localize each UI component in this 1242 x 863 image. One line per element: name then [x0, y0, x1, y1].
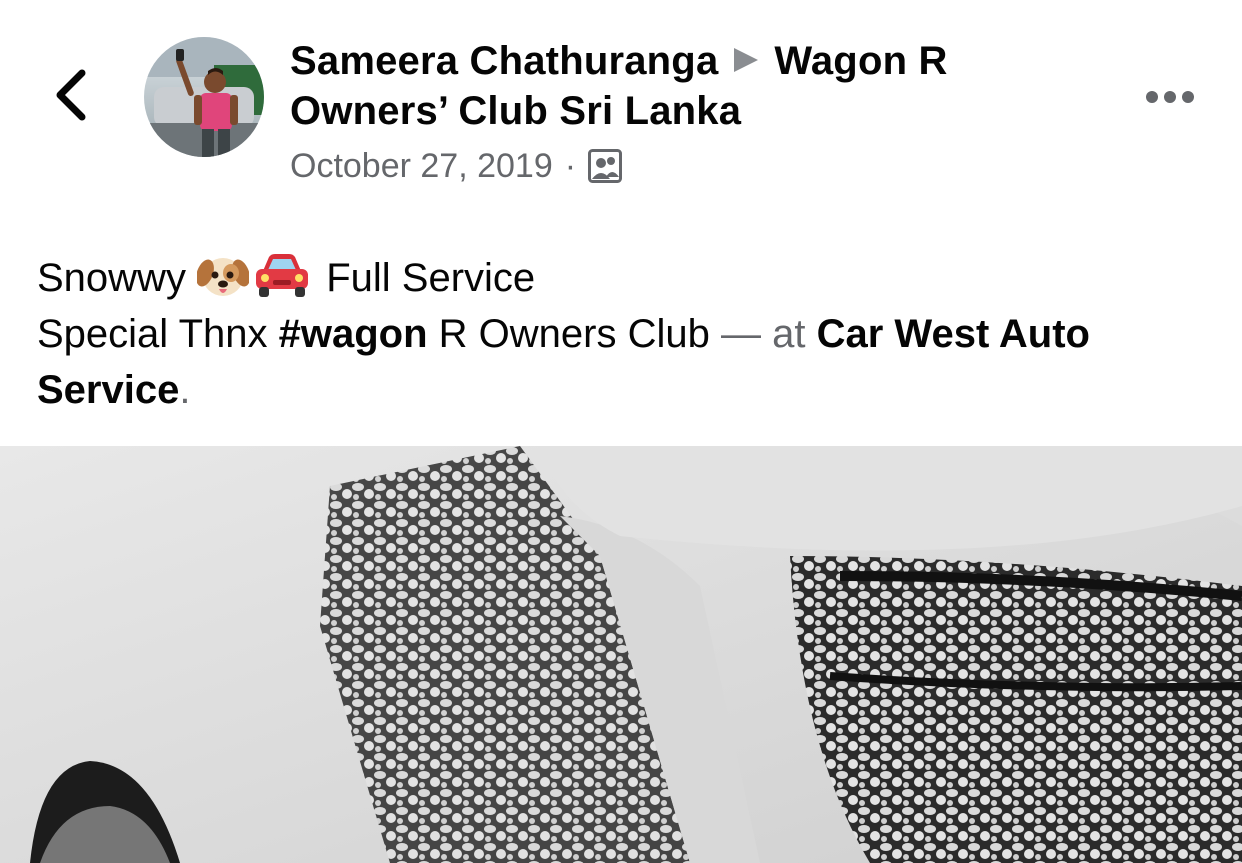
post-view: Sameera Chathuranga Wagon R Owners’ Club … — [0, 0, 1242, 863]
more-options-button[interactable] — [1140, 82, 1200, 112]
triangle-right-icon — [734, 48, 759, 73]
post-title: Sameera Chathuranga Wagon R Owners’ Club … — [290, 36, 1050, 136]
post-header: Sameera Chathuranga Wagon R Owners’ Club … — [290, 36, 1050, 186]
period: . — [179, 368, 191, 412]
car-emoji — [256, 254, 309, 297]
post-text-owners-club: R Owners Club — [438, 312, 710, 356]
hashtag-link[interactable]: #wagon — [279, 312, 428, 356]
more-horizontal-icon — [1146, 91, 1194, 103]
dog-face-emoji — [197, 258, 250, 296]
post-date[interactable]: October 27, 2019 — [290, 147, 553, 186]
post-line-2: Special Thnx #wagon R Owners Club — at C… — [37, 306, 1217, 362]
post-text: Snowwy Full Service Special Thnx #wagon … — [37, 250, 1217, 418]
post-meta: October 27, 2019 · — [290, 146, 1050, 186]
at-label: — at — [721, 312, 806, 356]
post-text-full-service: Full Service — [326, 256, 536, 300]
location-link-continued[interactable]: Service — [37, 368, 179, 412]
location-link[interactable]: Car West Auto — [817, 312, 1090, 356]
post-line-1: Snowwy Full Service — [37, 250, 1217, 306]
meta-separator: · — [564, 146, 577, 185]
post-text-special-thnx: Special Thnx — [37, 312, 268, 356]
author-name[interactable]: Sameera Chathuranga — [290, 39, 718, 83]
chevron-left-icon — [56, 69, 86, 121]
author-avatar[interactable] — [144, 37, 264, 157]
post-photo[interactable] — [0, 446, 1242, 863]
group-photo-icon — [588, 149, 623, 183]
post-text-snowwy: Snowwy — [37, 256, 186, 300]
post-line-3: Service. — [37, 362, 1217, 418]
back-button[interactable] — [44, 62, 98, 128]
